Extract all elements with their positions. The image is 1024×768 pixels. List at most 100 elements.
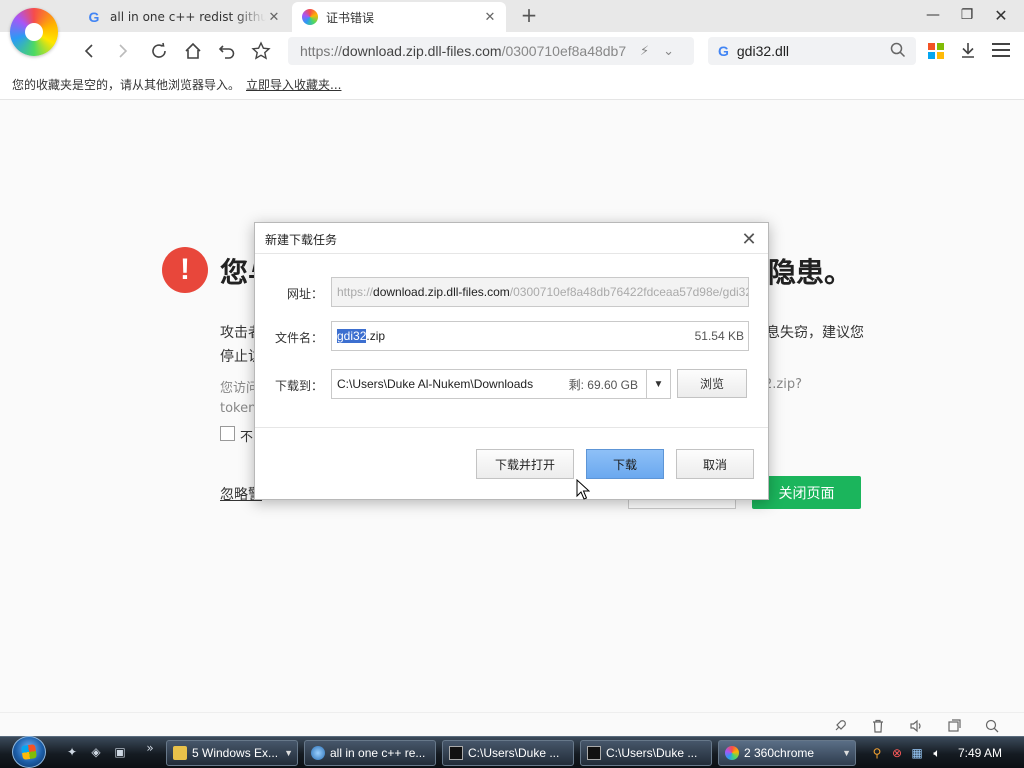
volume-icon[interactable]: 🔈︎ [930,746,944,760]
saveto-field[interactable]: C:\Users\Duke Al-Nukem\Downloads 剩: 69.6… [331,369,671,399]
download-icon[interactable] [958,40,978,60]
taskbar-button-cmd-1[interactable]: C:\Users\Duke ... [442,740,574,766]
error-heading-right: 隐患。 [768,256,853,289]
tab-certificate-error[interactable]: 证书错误 ✕ [292,2,506,32]
quicklaunch-more-icon[interactable]: » [142,740,158,756]
url-host: download.zip.dll-files.com [342,43,502,59]
taskbar-button-360chrome[interactable]: 2 360chrome ▼ [718,740,856,766]
tab-title: 证书错误 [326,10,375,25]
url-protocol: https:// [300,43,343,59]
browser-logo-icon[interactable] [10,8,58,56]
url-host: download.zip.dll-files.com [373,285,510,299]
search-tray-icon[interactable]: ⚲ [870,746,884,760]
network-icon[interactable]: ▦ [910,746,924,760]
taskbar-button-browser[interactable]: all in one c++ re... [304,740,436,766]
filename-text: gdi32.zip [337,329,385,343]
undo-close-tab-button[interactable] [214,38,240,64]
chevron-down-icon: ▼ [284,748,293,758]
tab-google-search[interactable]: G all in one c++ redist github - Goo ✕ [76,2,290,32]
bookmarks-bar: 您的收藏夹是空的，请从其他浏览器导入。 立即导入收藏夹... [0,70,1024,100]
chrome-360-icon [302,9,318,25]
dont-remind-label: 不 [240,430,254,445]
warning-exclamation-icon: ! [162,247,208,293]
mouse-cursor-icon [576,479,590,500]
zoom-icon[interactable] [984,718,1000,734]
dialog-divider [255,427,768,428]
search-box[interactable]: G gdi32.dll [708,37,916,65]
reload-icon [152,42,166,58]
download-button[interactable]: 下载 [586,449,664,479]
address-bar-icons: ⚡ ⌄ [636,42,686,60]
window-icon[interactable] [946,718,962,734]
star-icon [251,41,271,60]
import-bookmarks-link[interactable]: 立即导入收藏夹... [246,76,341,93]
google-g-icon: G [88,9,100,25]
bookmarks-empty-message: 您的收藏夹是空的，请从其他浏览器导入。 [12,78,241,92]
back-nav-button[interactable] [76,38,102,64]
chevron-down-icon[interactable]: ⌄ [663,44,674,59]
url-protocol: https:// [337,285,374,299]
start-button[interactable] [12,736,46,768]
cancel-button[interactable]: 取消 [676,449,754,479]
saveto-dropdown-button[interactable]: ▼ [646,370,670,398]
quicklaunch-browser-icon[interactable]: ◈ [88,744,104,760]
file-size: 51.54 KB [694,329,744,343]
download-and-open-button[interactable]: 下载并打开 [476,449,574,479]
speaker-icon[interactable] [908,718,924,734]
security-alert-icon[interactable]: ⊗ [890,746,904,760]
taskbar-button-label: 5 Windows Ex... [192,746,279,760]
chevron-down-icon: ▼ [842,748,851,758]
taskbar-button-cmd-2[interactable]: C:\Users\Duke ... [580,740,712,766]
quicklaunch-computer-icon[interactable]: ▣ [112,744,128,760]
favorite-button[interactable] [248,38,274,64]
restore-button[interactable]: ❐ [950,0,984,30]
filename-label: 文件名： [274,331,323,345]
url-path: /0300710ef8a48db76422fdceaa57d98e/gdi32 [509,285,749,299]
new-download-dialog: 新建下载任务 ✕ 网址： https://download.zip.dll-fi… [254,222,769,500]
search-text: gdi32.dll [736,43,790,59]
search-icon[interactable] [890,42,906,58]
forward-nav-button[interactable] [110,38,136,64]
lightning-icon[interactable]: ⚡ [640,44,649,59]
tab-close-icon[interactable]: ✕ [266,9,282,25]
system-tray: ⚲ ⊗ ▦ 🔈︎ 7:49 AM [870,740,1024,766]
url-label: 网址： [286,287,323,301]
rocket-icon[interactable] [832,718,848,734]
undo-icon [218,45,235,59]
free-space: 剩: 69.60 GB [568,377,638,392]
google-g-icon: G [718,43,729,59]
window-close-button[interactable]: ✕ [984,0,1018,30]
reload-button[interactable] [146,38,172,64]
cmd-icon [449,746,463,760]
cmd-icon [587,746,601,760]
tab-close-icon[interactable]: ✕ [482,9,498,25]
taskbar-button-label: C:\Users\Duke ... [606,746,698,760]
visit-url-right: 2.zip? [764,377,802,392]
hamburger-menu-icon[interactable] [992,41,1010,59]
browser-icon [311,746,325,760]
apps-grid-icon[interactable] [928,43,944,59]
taskbar-button-label: 2 360chrome [744,746,815,760]
dialog-close-icon[interactable]: ✕ [739,229,759,250]
dialog-divider [255,253,768,254]
url-path: /0300710ef8a48db7 [501,43,627,59]
new-tab-button[interactable]: + [518,3,540,27]
filename-field[interactable]: gdi32.zip 51.54 KB [331,321,749,351]
chevron-left-icon [84,44,93,58]
show-desktop-icon[interactable]: ✦ [64,744,80,760]
saveto-path: C:\Users\Duke Al-Nukem\Downloads [337,377,534,391]
dialog-title: 新建下载任务 [265,233,338,247]
taskbar-button-explorer[interactable]: 5 Windows Ex... ▼ [166,740,298,766]
home-button[interactable] [180,38,206,64]
trash-icon[interactable] [870,718,886,734]
taskbar-button-label: all in one c++ re... [330,746,426,760]
url-field[interactable]: https://download.zip.dll-files.com/03007… [331,277,749,307]
clock[interactable]: 7:49 AM [958,746,1002,760]
minimize-button[interactable]: — [916,0,950,30]
address-bar[interactable]: https://download.zip.dll-files.com/03007… [288,37,694,65]
error-text-line1-right: 息失窃，建议您 [766,325,864,341]
filename-extension: .zip [366,329,386,343]
tab-title: all in one c++ redist github - Goo [110,10,266,24]
dont-remind-checkbox[interactable] [220,426,235,441]
browse-button[interactable]: 浏览 [677,369,747,398]
